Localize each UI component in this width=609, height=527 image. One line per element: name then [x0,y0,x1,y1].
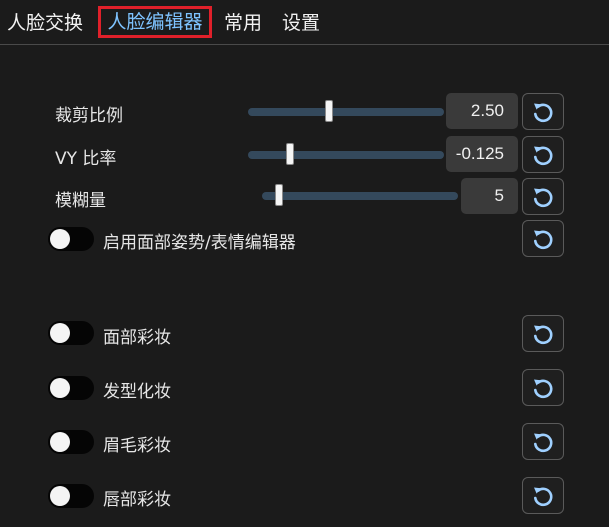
reset-icon [534,103,553,123]
lip-makeup-reset-button[interactable] [522,477,564,514]
crop-ratio-slider[interactable] [248,100,444,122]
hair-makeup-toggle[interactable] [48,376,94,400]
face-makeup-label: 面部彩妆 [103,328,171,348]
reset-icon [534,188,553,208]
blur-amount-slider-handle[interactable] [275,184,283,206]
crop-ratio-value[interactable]: 2.50 [446,93,518,129]
blur-amount-value[interactable]: 5 [461,178,518,214]
lip-makeup-toggle[interactable] [48,484,94,508]
toggle-knob [50,486,70,506]
lip-makeup-label: 唇部彩妆 [103,490,171,510]
toggle-knob [50,229,70,249]
tab-face-editor[interactable]: 人脸编辑器 [98,6,212,38]
vy-ratio-value[interactable]: -0.125 [446,136,518,172]
reset-icon [534,325,553,345]
reset-icon [534,487,553,507]
vy-ratio-label: VY 比率 [55,149,117,169]
face-makeup-toggle[interactable] [48,321,94,345]
vy-ratio-reset-button[interactable] [522,136,564,173]
toggle-knob [50,432,70,452]
face-pose-editor-reset-button[interactable] [522,220,564,257]
tab-common[interactable]: 常用 [224,8,262,38]
tab-settings[interactable]: 设置 [282,8,320,38]
hair-makeup-reset-button[interactable] [522,369,564,406]
reset-icon [534,433,553,453]
face-pose-editor-label: 启用面部姿势/表情编辑器 [103,233,296,253]
tab-bar: 人脸交换 人脸编辑器 常用 设置 [0,0,609,45]
eyebrow-makeup-label: 眉毛彩妆 [103,436,171,456]
blur-amount-label: 模糊量 [55,191,106,211]
face-pose-editor-toggle[interactable] [48,227,94,251]
toggle-knob [50,378,70,398]
blur-amount-reset-button[interactable] [522,178,564,215]
vy-ratio-slider-handle[interactable] [286,143,294,165]
vy-ratio-slider[interactable] [248,143,444,165]
reset-icon [534,379,553,399]
hair-makeup-label: 发型化妆 [103,382,171,402]
tab-face-swap[interactable]: 人脸交换 [7,8,83,38]
blur-amount-slider[interactable] [262,184,458,206]
eyebrow-makeup-reset-button[interactable] [522,423,564,460]
reset-icon [534,230,553,250]
crop-ratio-reset-button[interactable] [522,93,564,130]
face-makeup-reset-button[interactable] [522,315,564,352]
crop-ratio-slider-handle[interactable] [325,100,333,122]
eyebrow-makeup-toggle[interactable] [48,430,94,454]
toggle-knob [50,323,70,343]
reset-icon [534,146,553,166]
crop-ratio-label: 裁剪比例 [55,106,123,126]
